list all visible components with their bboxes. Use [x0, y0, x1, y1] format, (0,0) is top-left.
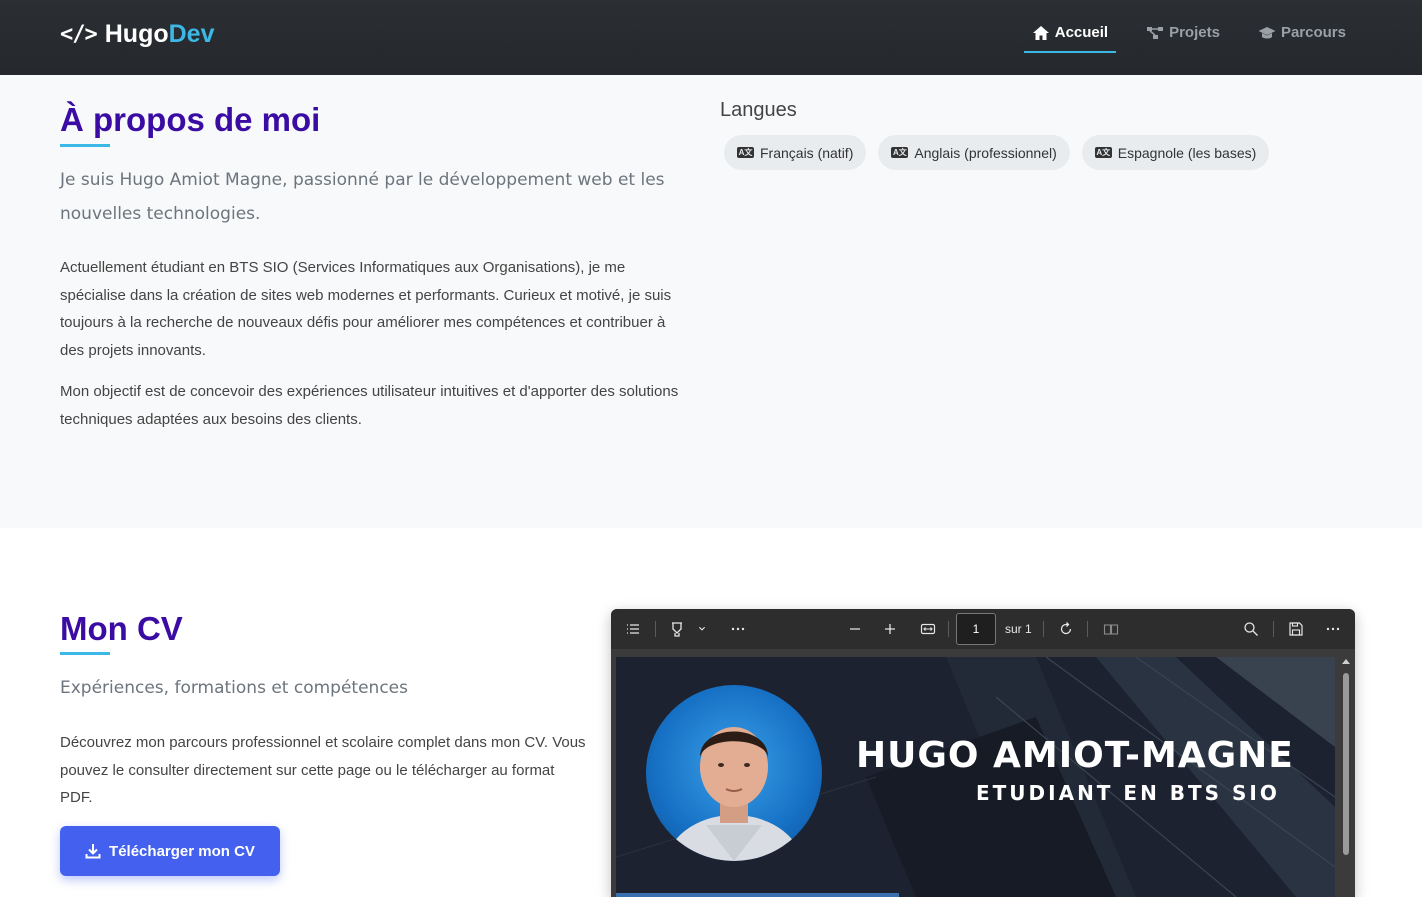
home-icon — [1032, 25, 1049, 40]
language-icon: A文 — [1094, 147, 1112, 158]
cv-section: Mon CV Expériences, formations et compét… — [0, 528, 1422, 897]
download-icon — [85, 844, 101, 859]
language-icon: A文 — [737, 147, 754, 158]
code-icon: </> — [60, 22, 98, 47]
nav-link-label: Projets — [1169, 24, 1220, 41]
download-cv-label: Télécharger mon CV — [109, 842, 255, 860]
rotate-icon[interactable] — [1055, 617, 1077, 641]
language-label: Anglais (professionnel) — [914, 144, 1057, 161]
search-icon[interactable] — [1241, 617, 1261, 641]
brand-suffix: Dev — [168, 20, 215, 48]
graduation-cap-icon — [1258, 26, 1276, 38]
profile-photo — [646, 685, 822, 861]
language-label: Français (natif) — [760, 144, 854, 161]
about-title: À propos de moi — [60, 101, 321, 138]
title-underline — [60, 144, 110, 147]
two-page-view-icon[interactable] — [1100, 617, 1122, 641]
zoom-in-icon[interactable] — [880, 617, 900, 641]
page-total: sur 1 — [1005, 622, 1032, 636]
cv-lead: Expériences, formations et compétences — [60, 678, 408, 698]
brand-prefix: Hugo — [104, 20, 169, 48]
page-number-input[interactable]: 1 — [956, 613, 996, 645]
nav-link-label: Parcours — [1280, 24, 1346, 41]
highlight-icon[interactable] — [667, 617, 687, 641]
toolbar-separator — [1043, 621, 1044, 637]
language-pill: A文 Anglais (professionnel) — [878, 135, 1070, 170]
language-pill: A文 Espagnole (les bases) — [1081, 135, 1270, 170]
about-paragraph-1: Actuellement étudiant en BTS SIO (Servic… — [60, 259, 672, 359]
pdf-scrollbar[interactable] — [1340, 657, 1352, 897]
toolbar-separator — [1273, 621, 1274, 637]
about-section: À propos de moi Je suis Hugo Amiot Magne… — [0, 75, 1422, 528]
outline-icon[interactable] — [623, 617, 643, 641]
more-options-icon[interactable] — [728, 617, 748, 641]
nav-link-label: Accueil — [1054, 24, 1109, 41]
cv-document-role: ETUDIANT EN BTS SIO — [976, 781, 1280, 805]
project-diagram-icon — [1147, 26, 1164, 39]
cv-title: Mon CV — [60, 610, 183, 647]
nav-link-accueil[interactable]: Accueil — [1023, 22, 1117, 53]
nav-link-projets[interactable]: Projets — [1138, 22, 1228, 53]
fit-width-icon[interactable] — [917, 617, 939, 641]
languages-list: A文 Français (natif) A文 Anglais (professi… — [724, 135, 1270, 170]
languages-title: Langues — [720, 99, 797, 121]
language-pill: A文 Français (natif) — [724, 135, 867, 170]
chevron-down-icon[interactable] — [695, 617, 709, 641]
pdf-page: HUGO AMIOT-MAGNE ETUDIANT EN BTS SIO — [616, 657, 1335, 897]
zoom-out-icon[interactable] — [845, 617, 865, 641]
title-underline — [60, 652, 110, 655]
more-options-icon[interactable] — [1323, 617, 1343, 641]
brand-logo[interactable]: </> HugoDev — [60, 20, 215, 49]
pdf-viewer[interactable]: 1 sur 1 HUGO AMIOT-MAGNE ETUDIANT EN BTS… — [611, 609, 1355, 897]
about-lead: Je suis Hugo Amiot Magne, passionné par … — [60, 170, 665, 224]
language-icon: A文 — [891, 147, 909, 158]
download-cv-button[interactable]: Télécharger mon CV — [60, 826, 280, 876]
scroll-up-arrow-icon[interactable] — [1342, 659, 1350, 664]
top-navbar: </> HugoDev Accueil Projets Parcours — [0, 0, 1422, 75]
toolbar-separator — [655, 621, 656, 637]
cv-paragraph: Découvrez mon parcours professionnel et … — [60, 734, 586, 806]
language-label: Espagnole (les bases) — [1117, 144, 1257, 161]
toolbar-separator — [948, 621, 949, 637]
toolbar-separator — [1087, 621, 1088, 637]
nav-links: Accueil Projets Parcours — [1023, 22, 1354, 53]
nav-link-parcours[interactable]: Parcours — [1250, 22, 1354, 53]
save-icon[interactable] — [1286, 617, 1306, 641]
pdf-toolbar: 1 sur 1 — [611, 609, 1355, 649]
scroll-thumb[interactable] — [1343, 673, 1349, 855]
page-accent-bar — [616, 893, 899, 897]
cv-document-name: HUGO AMIOT-MAGNE — [856, 735, 1294, 776]
about-paragraph-2: Mon objectif est de concevoir des expéri… — [60, 383, 679, 428]
